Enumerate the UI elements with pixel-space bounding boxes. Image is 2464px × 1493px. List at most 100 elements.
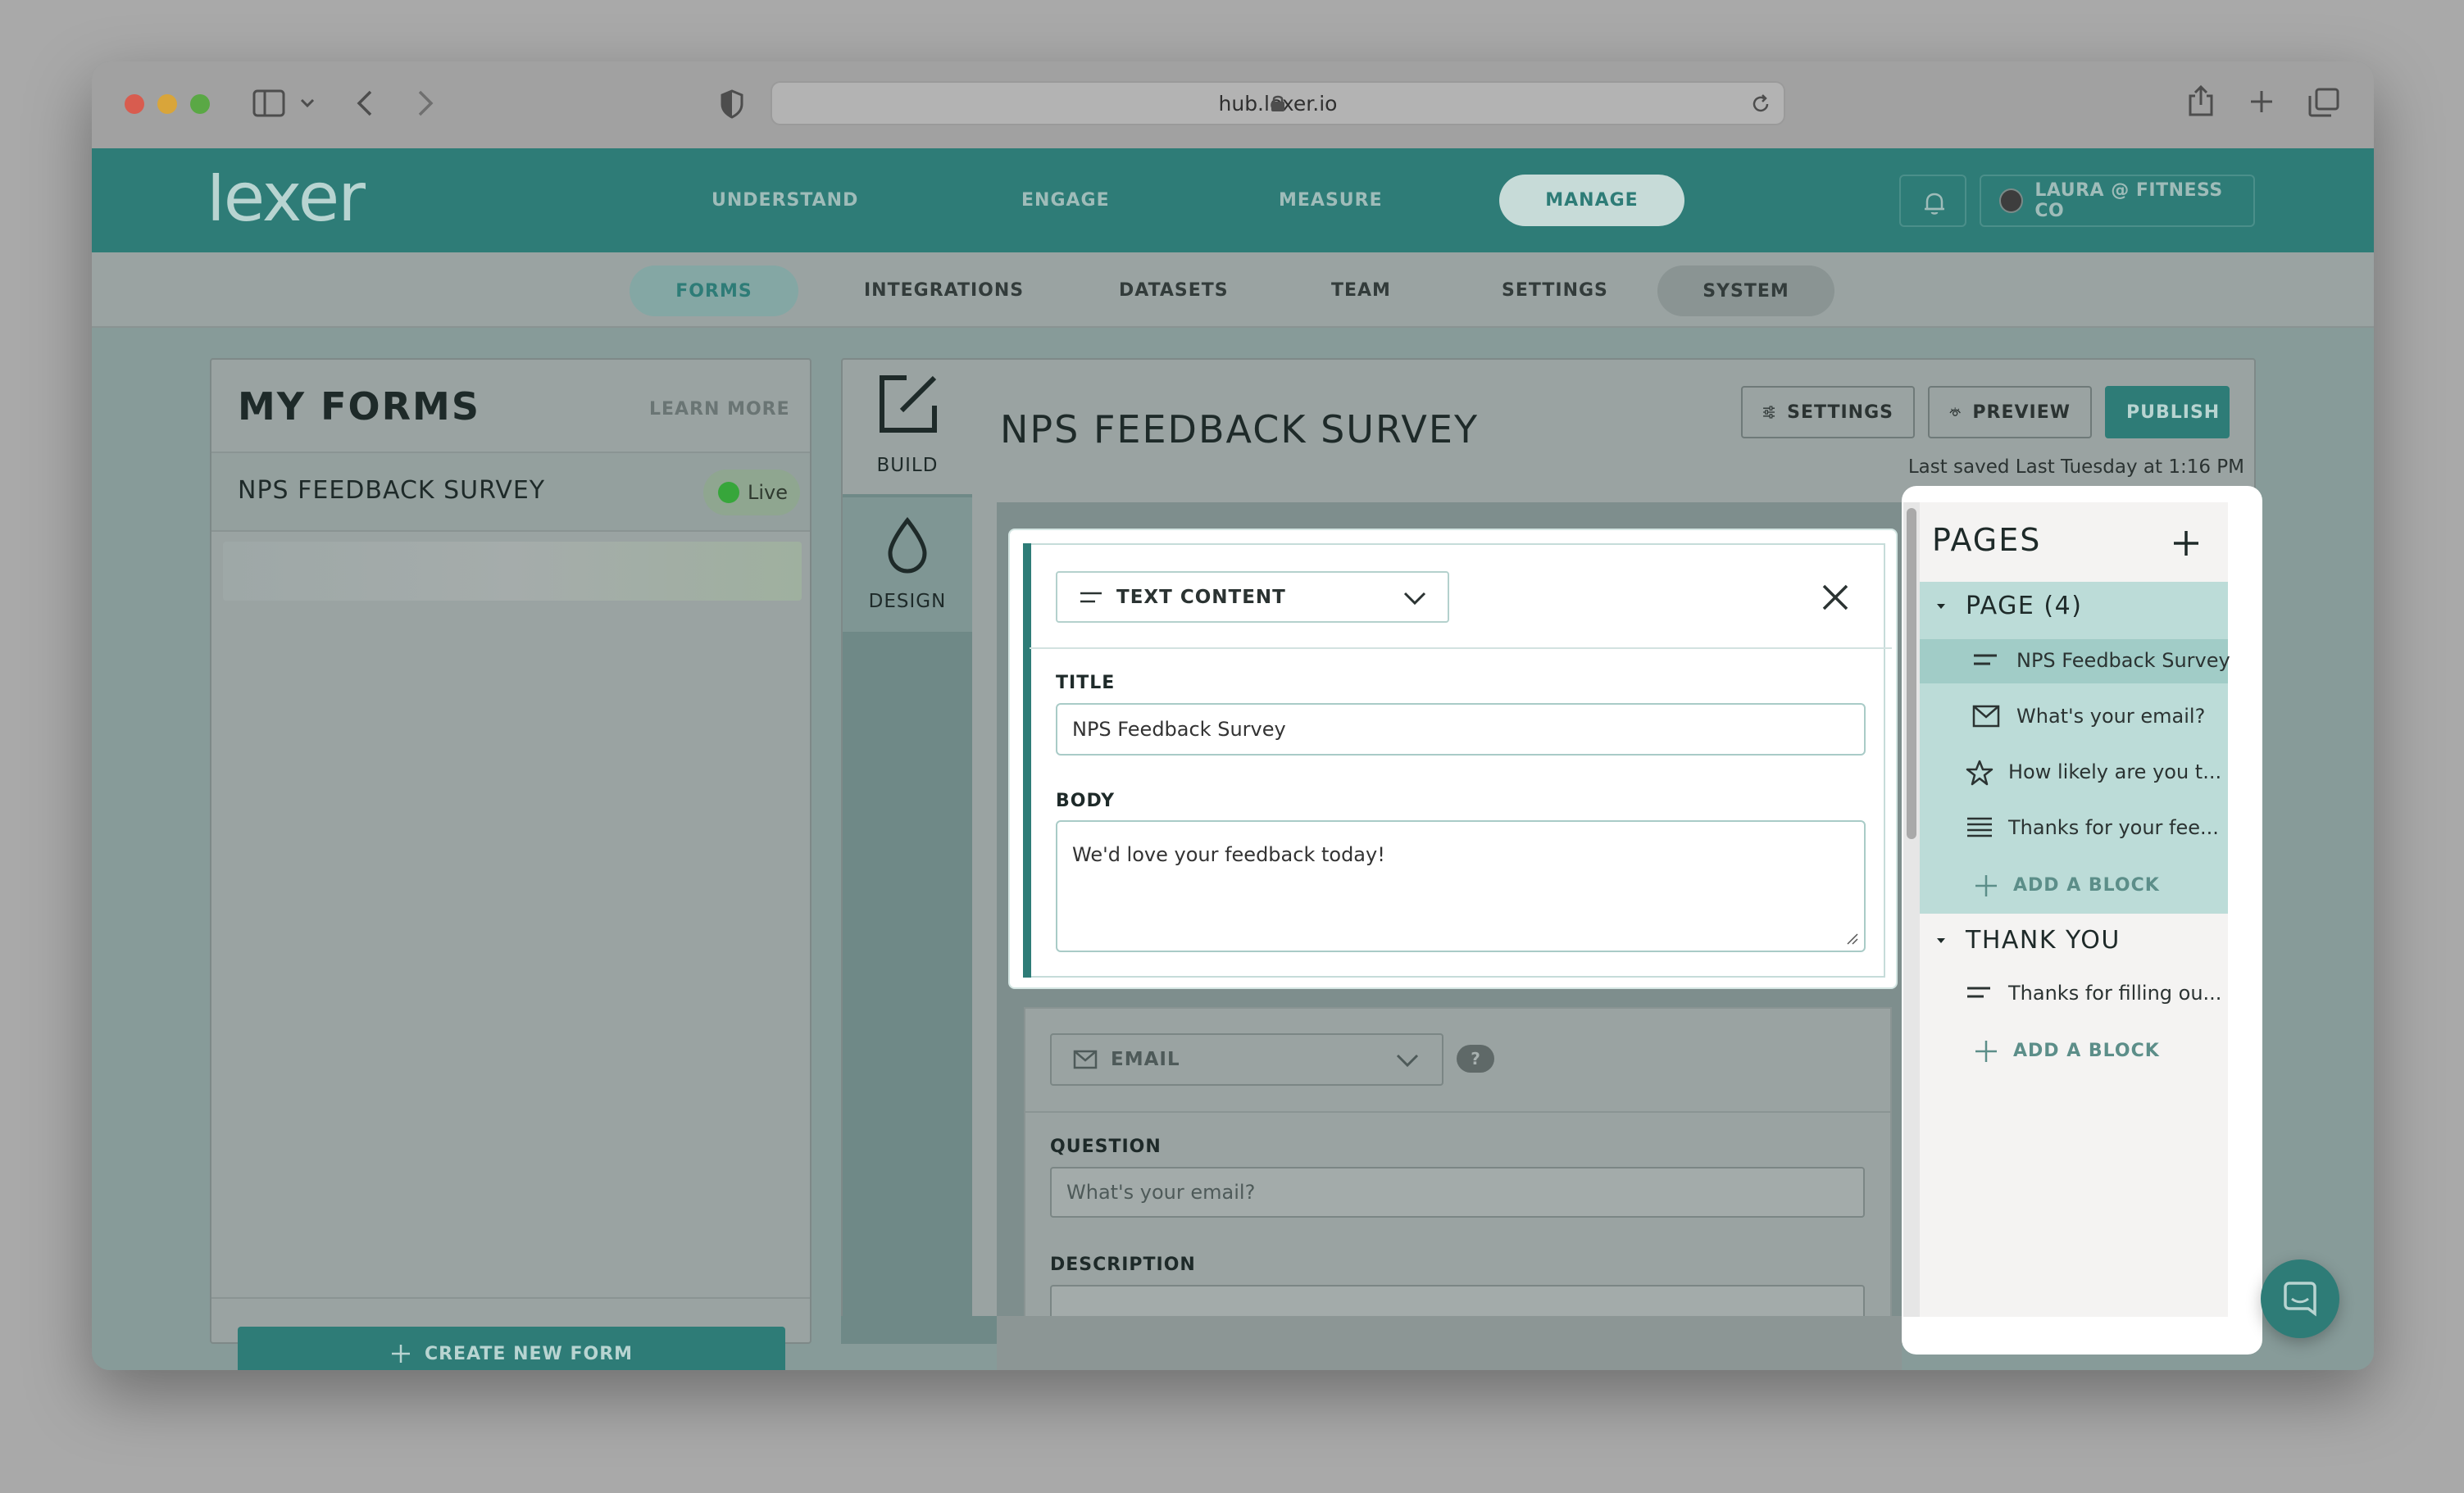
plus-icon (1975, 1041, 1997, 1062)
page-group-title[interactable]: THANK YOU (1966, 926, 2121, 955)
add-block-button[interactable]: ADD A BLOCK (1920, 1029, 2228, 1073)
nav-measure[interactable]: MEASURE (1279, 148, 1383, 252)
page-block-label: What's your email? (2016, 705, 2206, 728)
page-block-label: How likely are you t... (2008, 760, 2222, 783)
form-list-item[interactable]: NPS FEEDBACK SURVEY Live (211, 452, 810, 532)
chat-button[interactable] (2261, 1259, 2339, 1338)
page-block-item[interactable]: NPS Feedback Survey (1920, 639, 2230, 683)
page-block-label: NPS Feedback Survey (2016, 649, 2230, 672)
subnav-datasets[interactable]: DATASETS (1119, 252, 1229, 328)
user-label: LAURA @ FITNESS CO (2034, 180, 2223, 221)
subnav-team[interactable]: TEAM (1331, 252, 1391, 328)
settings-button[interactable]: SETTINGS (1741, 386, 1915, 438)
build-tab[interactable]: BUILD (843, 360, 972, 494)
divider (1024, 1111, 1892, 1113)
design-tab[interactable]: DESIGN (843, 497, 972, 632)
block-type-label: TEXT CONTENT (1116, 586, 1286, 608)
canvas-bottom-mask (997, 1316, 1902, 1370)
new-tab-icon[interactable] (2249, 89, 2274, 114)
collapse-caret-icon[interactable] (1936, 937, 1946, 944)
block-type-select[interactable]: EMAIL (1050, 1033, 1443, 1086)
avatar (1999, 188, 2024, 213)
address-bar[interactable]: hub.lexer.io (771, 81, 1785, 125)
plus-icon (1975, 875, 1997, 896)
zoom-window-button[interactable] (190, 94, 210, 114)
nav-understand[interactable]: UNDERSTAND (711, 148, 858, 252)
notifications-button[interactable] (1899, 175, 1966, 227)
add-block-label: ADD A BLOCK (2013, 1041, 2160, 1061)
status-badge: Live (703, 470, 800, 515)
close-icon[interactable] (1821, 583, 1849, 611)
sliders-icon (1763, 406, 1775, 419)
body-label: BODY (1056, 791, 1116, 811)
create-new-form-button[interactable]: CREATE NEW FORM (238, 1327, 785, 1370)
my-forms-panel: MY FORMS LEARN MORE NPS FEEDBACK SURVEY … (210, 358, 811, 1370)
body-value: We'd love your feedback today! (1072, 843, 1385, 866)
minimize-window-button[interactable] (157, 94, 177, 114)
sidebar-toggle-icon[interactable] (252, 89, 285, 117)
close-window-button[interactable] (125, 94, 144, 114)
user-menu-button[interactable]: LAURA @ FITNESS CO (1980, 175, 2255, 227)
preview-button[interactable]: PREVIEW (1928, 386, 2092, 438)
title-label: TITLE (1056, 673, 1116, 693)
shield-icon[interactable] (720, 89, 744, 119)
block-type-label: EMAIL (1111, 1049, 1180, 1070)
sub-navigation: FORMS INTEGRATIONS DATASETS TEAM SETTING… (92, 252, 2374, 328)
publish-button[interactable]: PUBLISH (2105, 386, 2230, 438)
last-saved-text: Last saved Last Tuesday at 1:16 PM (1907, 456, 2244, 478)
loading-placeholder (223, 542, 802, 601)
title-input[interactable]: NPS Feedback Survey (1056, 703, 1866, 756)
page-block-label: Thanks for filling ou... (2008, 982, 2222, 1005)
help-icon[interactable]: ? (1457, 1045, 1494, 1073)
subnav-system[interactable]: SYSTEM (1657, 265, 1834, 316)
reload-icon[interactable] (1749, 93, 1772, 116)
add-block-button[interactable]: ADD A BLOCK (1920, 864, 2228, 908)
paragraph-icon (1967, 817, 1992, 837)
scrollbar-thumb[interactable] (1907, 508, 1916, 839)
question-input[interactable]: What's your email? (1050, 1167, 1865, 1218)
question-label: QUESTION (1050, 1137, 1162, 1157)
description-label: DESCRIPTION (1050, 1255, 1196, 1275)
email-icon (1073, 1050, 1098, 1069)
chevron-down-icon[interactable] (300, 98, 315, 109)
form-title: NPS FEEDBACK SURVEY (1000, 407, 1480, 452)
lexer-logo: lexer (207, 173, 367, 232)
subnav-settings[interactable]: SETTINGS (1502, 252, 1608, 328)
title-value: NPS Feedback Survey (1072, 718, 1286, 741)
block-type-select[interactable]: TEXT CONTENT (1056, 571, 1449, 623)
nav-manage[interactable]: MANAGE (1499, 175, 1684, 226)
share-icon[interactable] (2187, 84, 2215, 117)
pages-title: PAGES (1932, 522, 2042, 558)
page-block-label: Thanks for your fee... (2008, 816, 2219, 839)
body-textarea[interactable]: We'd love your feedback today! (1056, 820, 1866, 952)
resize-handle-icon[interactable] (1846, 933, 1859, 946)
page-block-item[interactable]: Thanks for filling ou... (1920, 972, 2228, 1016)
collapse-caret-icon[interactable] (1936, 603, 1946, 610)
droplet-icon (888, 517, 927, 574)
page-block-item[interactable]: Thanks for your fee... (1920, 806, 2228, 851)
design-label: DESIGN (868, 591, 947, 612)
text-content-icon (1080, 592, 1102, 602)
create-new-form-label: CREATE NEW FORM (424, 1343, 634, 1364)
email-icon (1972, 705, 2000, 728)
learn-more-link[interactable]: LEARN MORE (649, 399, 790, 420)
subnav-integrations[interactable]: INTEGRATIONS (864, 252, 1024, 328)
my-forms-title: MY FORMS (238, 384, 480, 429)
top-navigation: lexer UNDERSTAND ENGAGE MEASURE MANAGE L… (92, 148, 2374, 252)
forward-arrow-icon[interactable] (416, 89, 434, 117)
back-arrow-icon[interactable] (356, 89, 374, 117)
nav-engage[interactable]: ENGAGE (1021, 148, 1110, 252)
plus-icon (391, 1345, 410, 1363)
tab-overview-icon[interactable] (2308, 88, 2339, 117)
page-block-item[interactable]: What's your email? (1920, 695, 2228, 739)
browser-toolbar: hub.lexer.io (92, 61, 2374, 148)
page-block-item[interactable]: How likely are you t... (1920, 751, 2228, 795)
live-dot-icon (718, 482, 739, 503)
divider (211, 1297, 810, 1299)
page-group-title[interactable]: PAGE (4) (1966, 592, 2082, 620)
add-page-icon[interactable] (2172, 529, 2200, 557)
subnav-forms[interactable]: FORMS (630, 265, 798, 316)
star-icon (1966, 760, 1993, 786)
chevron-down-icon (1403, 592, 1426, 606)
form-name: NPS FEEDBACK SURVEY (238, 476, 546, 505)
